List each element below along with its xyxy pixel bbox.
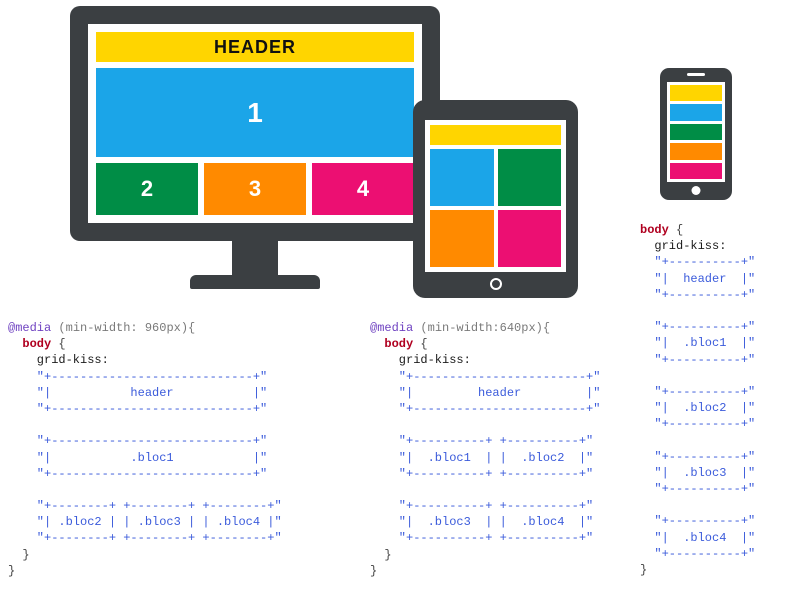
selector-body: body bbox=[384, 337, 413, 351]
code-phone: body { grid-kiss: "+----------+" "| head… bbox=[640, 222, 809, 578]
media-condition: (min-width: 960px){ bbox=[51, 321, 195, 335]
brace-open: { bbox=[669, 223, 683, 237]
phone-speaker-icon bbox=[687, 73, 705, 76]
desktop-monitor: HEADER 1 2 3 4 bbox=[70, 6, 440, 241]
ascii-line: "+--------+ +--------+ +--------+" bbox=[8, 531, 282, 545]
ascii-line: "| .bloc1 | | .bloc2 |" bbox=[370, 451, 593, 465]
ascii-line: "| .bloc4 |" bbox=[640, 531, 755, 545]
ascii-line: "+--------+ +--------+ +--------+" bbox=[8, 499, 282, 513]
phone-bloc3 bbox=[670, 143, 722, 159]
tablet-bloc1 bbox=[430, 149, 494, 206]
ascii-line: "+----------+ +----------+" bbox=[370, 531, 593, 545]
desktop-header: HEADER bbox=[96, 32, 414, 62]
monitor-stand bbox=[232, 241, 278, 276]
tablet-bloc2 bbox=[498, 149, 562, 206]
ascii-line: "| .bloc2 | | .bloc3 | | .bloc4 |" bbox=[8, 515, 282, 529]
phone-bloc4 bbox=[670, 163, 722, 179]
ascii-line: "| .bloc3 |" bbox=[640, 466, 755, 480]
desktop-bloc3: 3 bbox=[204, 163, 306, 215]
phone-device bbox=[660, 68, 732, 200]
tablet-grid bbox=[430, 149, 561, 267]
ascii-line: "+------------------------+" bbox=[370, 402, 600, 416]
tablet-home-icon bbox=[490, 278, 502, 290]
ascii-line: "+----------+" bbox=[640, 482, 755, 496]
tablet-bloc3 bbox=[430, 210, 494, 267]
ascii-line: "| .bloc1 |" bbox=[640, 336, 755, 350]
phone-bloc2 bbox=[670, 124, 722, 140]
media-keyword: @media bbox=[8, 321, 51, 335]
phone-bloc1 bbox=[670, 104, 722, 120]
ascii-line: "+----------+" bbox=[640, 385, 755, 399]
brace-close: } bbox=[640, 563, 647, 577]
brace-open: { bbox=[51, 337, 65, 351]
ascii-line: "+------------------------+" bbox=[370, 370, 600, 384]
ascii-line: "| header |" bbox=[8, 386, 267, 400]
ascii-line: "| header |" bbox=[370, 386, 600, 400]
ascii-line: "+----------+" bbox=[640, 353, 755, 367]
ascii-line: "+----------+" bbox=[640, 547, 755, 561]
desktop-bloc1: 1 bbox=[96, 68, 414, 157]
selector-body: body bbox=[640, 223, 669, 237]
desktop-screen: HEADER 1 2 3 4 bbox=[88, 24, 422, 223]
ascii-line: "+----------------------------+" bbox=[8, 402, 267, 416]
prop-gridkiss: grid-kiss: bbox=[8, 353, 109, 367]
ascii-line: "+----------+" bbox=[640, 417, 755, 431]
ascii-line: "+----------+ +----------+" bbox=[370, 499, 593, 513]
ascii-line: "| .bloc2 |" bbox=[640, 401, 755, 415]
ascii-line: "+----------------------------+" bbox=[8, 370, 267, 384]
phone-screen bbox=[667, 82, 725, 182]
phone-home-icon bbox=[692, 186, 701, 195]
desktop-row-blocs: 2 3 4 bbox=[96, 163, 414, 215]
ascii-line: "+----------------------------+" bbox=[8, 434, 267, 448]
desktop-bloc2: 2 bbox=[96, 163, 198, 215]
desktop-bloc4: 4 bbox=[312, 163, 414, 215]
brace-close: } bbox=[370, 548, 392, 562]
brace-open: { bbox=[413, 337, 427, 351]
brace-close: } bbox=[8, 564, 15, 578]
prop-gridkiss: grid-kiss: bbox=[370, 353, 471, 367]
code-tablet: @media (min-width:640px){ body { grid-ki… bbox=[370, 320, 660, 579]
brace-close: } bbox=[8, 548, 30, 562]
ascii-line: "+----------------------------+" bbox=[8, 467, 267, 481]
ascii-line: "+----------+" bbox=[640, 288, 755, 302]
ascii-line: "+----------+ +----------+" bbox=[370, 434, 593, 448]
tablet-bloc4 bbox=[498, 210, 562, 267]
media-keyword: @media bbox=[370, 321, 413, 335]
brace-close: } bbox=[370, 564, 377, 578]
tablet-screen bbox=[425, 120, 566, 272]
code-desktop: @media (min-width: 960px){ body { grid-k… bbox=[8, 320, 348, 579]
prop-gridkiss: grid-kiss: bbox=[640, 239, 726, 253]
ascii-line: "+----------+" bbox=[640, 450, 755, 464]
ascii-line: "+----------+" bbox=[640, 320, 755, 334]
ascii-line: "| .bloc1 |" bbox=[8, 451, 267, 465]
media-condition: (min-width:640px){ bbox=[413, 321, 550, 335]
ascii-line: "| header |" bbox=[640, 272, 755, 286]
phone-header bbox=[670, 85, 722, 101]
ascii-line: "| .bloc3 | | .bloc4 |" bbox=[370, 515, 593, 529]
monitor-base bbox=[190, 275, 320, 289]
ascii-line: "+----------+" bbox=[640, 514, 755, 528]
selector-body: body bbox=[22, 337, 51, 351]
ascii-line: "+----------+" bbox=[640, 255, 755, 269]
ascii-line: "+----------+ +----------+" bbox=[370, 467, 593, 481]
tablet-header bbox=[430, 125, 561, 145]
tablet-device bbox=[413, 100, 578, 298]
